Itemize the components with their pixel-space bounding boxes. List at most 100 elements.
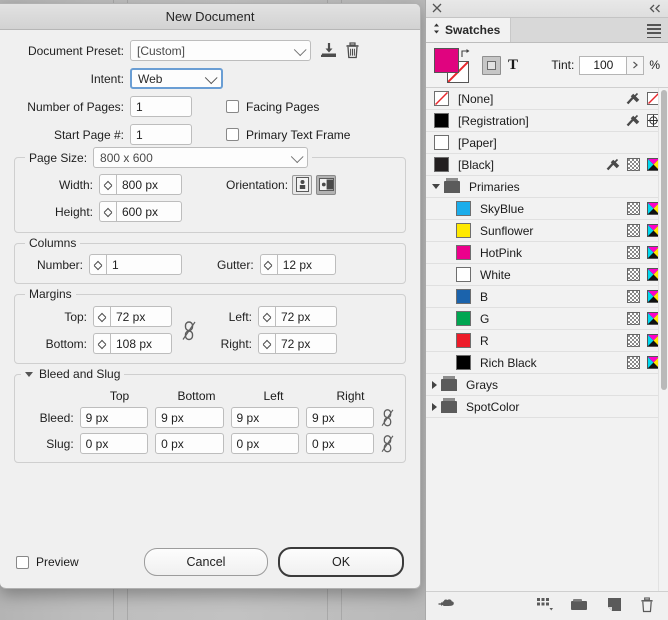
slug-top-input[interactable]: 0 px — [79, 433, 149, 454]
orientation-landscape-button[interactable] — [316, 174, 337, 195]
facing-pages-checkbox[interactable]: Facing Pages — [226, 100, 319, 114]
swatch-color-chip[interactable] — [456, 333, 471, 348]
slug-link-button[interactable] — [381, 434, 395, 454]
tint-input[interactable]: 100 — [579, 55, 628, 75]
swatch-color-chip[interactable] — [456, 355, 471, 370]
swatch-row[interactable]: B — [426, 286, 668, 308]
swatch-color-chip[interactable] — [456, 267, 471, 282]
swatch-color-chip[interactable] — [456, 245, 471, 260]
stepper-arrows-icon[interactable] — [89, 254, 106, 275]
cancel-button[interactable]: Cancel — [144, 548, 268, 576]
swatch-row[interactable]: White — [426, 264, 668, 286]
tint-dropdown-button[interactable] — [627, 55, 645, 75]
height-stepper[interactable]: 600 px — [99, 201, 182, 222]
number-of-pages-input[interactable]: 1 — [130, 96, 192, 117]
formatting-affects-text-icon[interactable]: T — [508, 57, 518, 74]
swatch-group-row[interactable]: Grays — [426, 374, 668, 396]
stepper-arrows-icon[interactable] — [99, 201, 116, 222]
bleed-top-input[interactable]: 9 px — [79, 407, 149, 428]
close-icon[interactable] — [432, 2, 442, 16]
swatch-row[interactable]: [Paper] — [426, 132, 668, 154]
margin-left-stepper[interactable]: 72 px — [258, 306, 337, 327]
margin-right-row: Right: 72 px — [206, 333, 337, 354]
delete-swatch-icon[interactable] — [640, 596, 654, 616]
new-swatch-icon[interactable] — [607, 597, 622, 615]
columns-number-input[interactable]: 1 — [106, 254, 182, 275]
swatch-row[interactable]: [Registration] — [426, 110, 668, 132]
formatting-affects-container-button[interactable] — [482, 55, 501, 75]
delete-preset-button[interactable] — [341, 42, 363, 59]
swatch-row[interactable]: SkyBlue — [426, 198, 668, 220]
panel-menu-icon[interactable] — [647, 24, 661, 39]
width-input[interactable]: 800 px — [116, 174, 182, 195]
bleed-bottom-input[interactable]: 9 px — [155, 407, 224, 428]
stepper-arrows-icon[interactable] — [258, 333, 275, 354]
swatch-row[interactable]: HotPink — [426, 242, 668, 264]
swatch-row[interactable]: Rich Black — [426, 352, 668, 374]
margin-bottom-input[interactable]: 108 px — [110, 333, 172, 354]
stepper-arrows-icon[interactable] — [93, 333, 110, 354]
start-page-input[interactable]: 1 — [130, 124, 192, 145]
swap-fill-stroke-icon[interactable] — [461, 47, 470, 57]
margin-left-input[interactable]: 72 px — [275, 306, 337, 327]
swatch-color-chip[interactable] — [434, 135, 449, 150]
stepper-arrows-icon[interactable] — [259, 254, 277, 275]
height-input[interactable]: 600 px — [116, 201, 182, 222]
preview-checkbox[interactable]: Preview — [16, 555, 79, 569]
swatch-list-scrollbar[interactable] — [658, 88, 668, 591]
swatch-color-chip[interactable] — [434, 91, 449, 106]
bleed-left-input[interactable]: 9 px — [230, 407, 299, 428]
margin-top-stepper[interactable]: 72 px — [93, 306, 172, 327]
slug-bottom-input[interactable]: 0 px — [155, 433, 224, 454]
gutter-stepper[interactable]: 12 px — [259, 254, 336, 275]
page-size-select[interactable]: 800 x 600 — [93, 147, 309, 168]
swatch-row[interactable]: Sunflower — [426, 220, 668, 242]
show-swatch-kinds-menu-icon[interactable] — [537, 597, 554, 615]
intent-select[interactable]: Web — [130, 68, 223, 89]
swatch-row[interactable]: R — [426, 330, 668, 352]
swatch-color-chip[interactable] — [434, 157, 449, 172]
bleed-link-button[interactable] — [381, 408, 395, 428]
ok-button[interactable]: OK — [278, 547, 404, 577]
width-stepper[interactable]: 800 px — [99, 174, 182, 195]
swatch-color-chip[interactable] — [456, 201, 471, 216]
fill-swatch[interactable] — [434, 48, 459, 73]
chevron-down-icon[interactable] — [432, 184, 440, 189]
swatch-color-chip[interactable] — [456, 311, 471, 326]
margins-link-button[interactable] — [182, 320, 196, 341]
columns-number-stepper[interactable]: 1 — [89, 254, 182, 275]
gutter-input[interactable]: 12 px — [276, 254, 336, 275]
swatch-group-row[interactable]: Primaries — [426, 176, 668, 198]
stepper-arrows-icon[interactable] — [99, 174, 116, 195]
new-color-group-icon[interactable] — [570, 598, 589, 615]
margin-top-input[interactable]: 72 px — [110, 306, 172, 327]
swatch-color-chip[interactable] — [434, 113, 449, 128]
margin-left-row: Left: 72 px — [206, 306, 337, 327]
chevron-right-icon[interactable] — [432, 380, 437, 389]
swatch-list[interactable]: [None] [Registration] [Paper] [Black] Primar… — [426, 88, 668, 591]
stepper-arrows-icon[interactable] — [93, 306, 110, 327]
bleed-right-input[interactable]: 9 px — [305, 407, 375, 428]
document-preset-select[interactable]: [Custom] — [130, 40, 311, 61]
collapse-panel-icon[interactable] — [649, 2, 662, 16]
margin-right-input[interactable]: 72 px — [275, 333, 337, 354]
slug-right-input[interactable]: 0 px — [305, 433, 375, 454]
margin-right-stepper[interactable]: 72 px — [258, 333, 337, 354]
swatch-color-chip[interactable] — [456, 223, 471, 238]
bleed-and-slug-legend[interactable]: Bleed and Slug — [21, 367, 125, 381]
primary-text-frame-checkbox[interactable]: Primary Text Frame — [226, 128, 350, 142]
fill-stroke-control[interactable] — [434, 47, 474, 83]
swatch-row[interactable]: [None] — [426, 88, 668, 110]
tab-swatches[interactable]: Swatches — [426, 18, 512, 42]
swatch-group-row[interactable]: SpotColor — [426, 396, 668, 418]
swatch-row[interactable]: G — [426, 308, 668, 330]
margin-bottom-stepper[interactable]: 108 px — [93, 333, 172, 354]
slug-left-input[interactable]: 0 px — [230, 433, 299, 454]
stepper-arrows-icon[interactable] — [258, 306, 275, 327]
chevron-right-icon[interactable] — [432, 402, 437, 411]
show-swatch-kinds-icon[interactable] — [438, 598, 460, 615]
orientation-portrait-button[interactable] — [292, 174, 313, 195]
swatch-row[interactable]: [Black] — [426, 154, 668, 176]
swatch-color-chip[interactable] — [456, 289, 471, 304]
save-preset-button[interactable] — [317, 42, 341, 59]
